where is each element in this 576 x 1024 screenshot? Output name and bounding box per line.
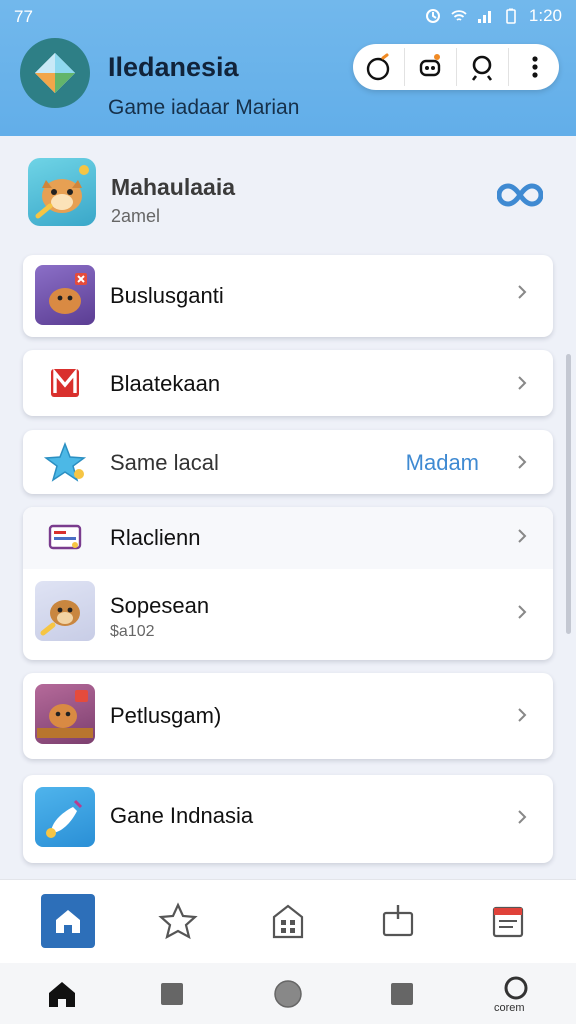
nav-calendar[interactable] — [481, 894, 535, 948]
wifi-icon — [451, 10, 467, 21]
list-item-buslusganti[interactable]: Buslusganti — [23, 255, 553, 337]
chevron-right-icon — [518, 455, 527, 469]
avatar — [28, 158, 96, 226]
scrollbar[interactable] — [566, 354, 571, 634]
status-left-text: 77 — [14, 7, 33, 26]
card-value: Madam — [405, 450, 479, 475]
square-icon — [391, 983, 413, 1005]
list-item-blaatekaan[interactable]: Blaatekaan — [23, 350, 553, 416]
app-subtitle: Game iadaar Marian — [108, 96, 300, 119]
search-icon — [471, 55, 493, 81]
search-button[interactable] — [464, 49, 500, 85]
profile-row[interactable]: Mahaulaaia 2amel — [0, 136, 576, 244]
card-label: Sopesean — [110, 593, 210, 618]
chevron-right-icon — [518, 376, 527, 390]
tray-icon — [382, 905, 414, 937]
robot-button[interactable] — [412, 49, 448, 85]
status-bar: 77 1:20 — [0, 0, 576, 32]
hamster-sword-icon — [49, 273, 87, 314]
card-icon — [35, 265, 95, 325]
hamster-box-icon — [37, 690, 93, 738]
chevron-right-icon — [518, 529, 527, 543]
card-icon — [35, 432, 95, 492]
timer-icon — [366, 53, 390, 81]
robot-icon — [419, 54, 441, 77]
card-icon — [35, 581, 95, 641]
profile-link-button[interactable] — [496, 180, 544, 210]
star-fish-icon — [43, 441, 87, 482]
system-extra-button[interactable] — [499, 971, 533, 1005]
status-time: 1:20 — [528, 6, 562, 25]
card-icon — [35, 353, 95, 413]
circle-icon — [274, 980, 302, 1008]
hamster-avatar-icon — [35, 165, 89, 219]
calendar-icon — [492, 906, 524, 938]
system-nav — [0, 963, 576, 1024]
infinity-link-icon — [496, 183, 544, 207]
chevron-right-icon — [518, 605, 527, 619]
nav-home[interactable] — [41, 894, 95, 948]
squirrel-icon — [40, 600, 80, 636]
m-logo-icon — [51, 368, 79, 397]
card-label: Same lacal — [110, 450, 219, 475]
chevron-right-icon — [518, 708, 527, 722]
chevron-right-icon — [518, 285, 527, 299]
building-icon — [272, 904, 304, 939]
list-item-sopesean[interactable]: Sopesean $a102 — [23, 569, 553, 660]
profile-subtitle: 2amel — [111, 206, 161, 226]
star-icon — [158, 902, 198, 940]
signal-icon — [477, 11, 491, 23]
card-label: Buslusganti — [110, 283, 224, 308]
list-item-gane-indnasia[interactable]: Gane Indnasia — [23, 775, 553, 863]
card-label: Petlusgam) — [110, 703, 222, 728]
more-button[interactable] — [517, 49, 553, 85]
card-subtitle: $a102 — [110, 623, 155, 640]
diamond-logo-icon — [35, 53, 75, 93]
home-icon — [56, 910, 80, 933]
header-actions — [353, 44, 559, 90]
chevron-right-icon — [518, 810, 527, 824]
card-label: Rlaclienn — [110, 525, 201, 550]
card-label: Blaatekaan — [110, 371, 221, 396]
nav-favorites[interactable] — [151, 894, 205, 948]
bottom-nav — [0, 879, 576, 963]
ring-icon — [504, 976, 528, 1000]
card-icon — [35, 787, 95, 847]
list-item-petlusgam[interactable]: Petlusgam) — [23, 673, 553, 759]
card-label: Gane Indnasia — [110, 803, 254, 828]
app-header: 77 1:20 Iledanesia Game iadaar Marian — [0, 0, 576, 136]
profile-name: Mahaulaaia — [111, 174, 235, 200]
nav-store[interactable] — [261, 894, 315, 948]
battery-icon — [506, 8, 516, 24]
system-recents-button[interactable] — [385, 977, 419, 1011]
list-item-rlaclienn[interactable]: Rlaclienn — [23, 507, 553, 569]
system-extra-label: corem — [494, 1002, 525, 1014]
square-icon — [161, 983, 183, 1005]
keyboard-icon — [48, 524, 82, 550]
system-circle-button[interactable] — [271, 977, 305, 1011]
app-title: Iledanesia — [108, 52, 239, 82]
timer-button[interactable] — [360, 49, 396, 85]
list-group: Rlaclienn Sopesean $a102 — [23, 507, 553, 660]
nav-inbox[interactable] — [371, 894, 425, 948]
more-vertical-icon — [532, 56, 538, 78]
card-icon — [35, 684, 95, 744]
card-icon — [35, 507, 95, 567]
list-item-same-lacal[interactable]: Same lacal Madam — [23, 430, 553, 494]
home-icon — [49, 982, 75, 1007]
app-logo — [20, 38, 90, 108]
paint-brush-icon — [46, 799, 83, 838]
system-home-button[interactable] — [45, 977, 79, 1011]
system-square-button[interactable] — [155, 977, 189, 1011]
sync-status-icon — [425, 9, 440, 23]
